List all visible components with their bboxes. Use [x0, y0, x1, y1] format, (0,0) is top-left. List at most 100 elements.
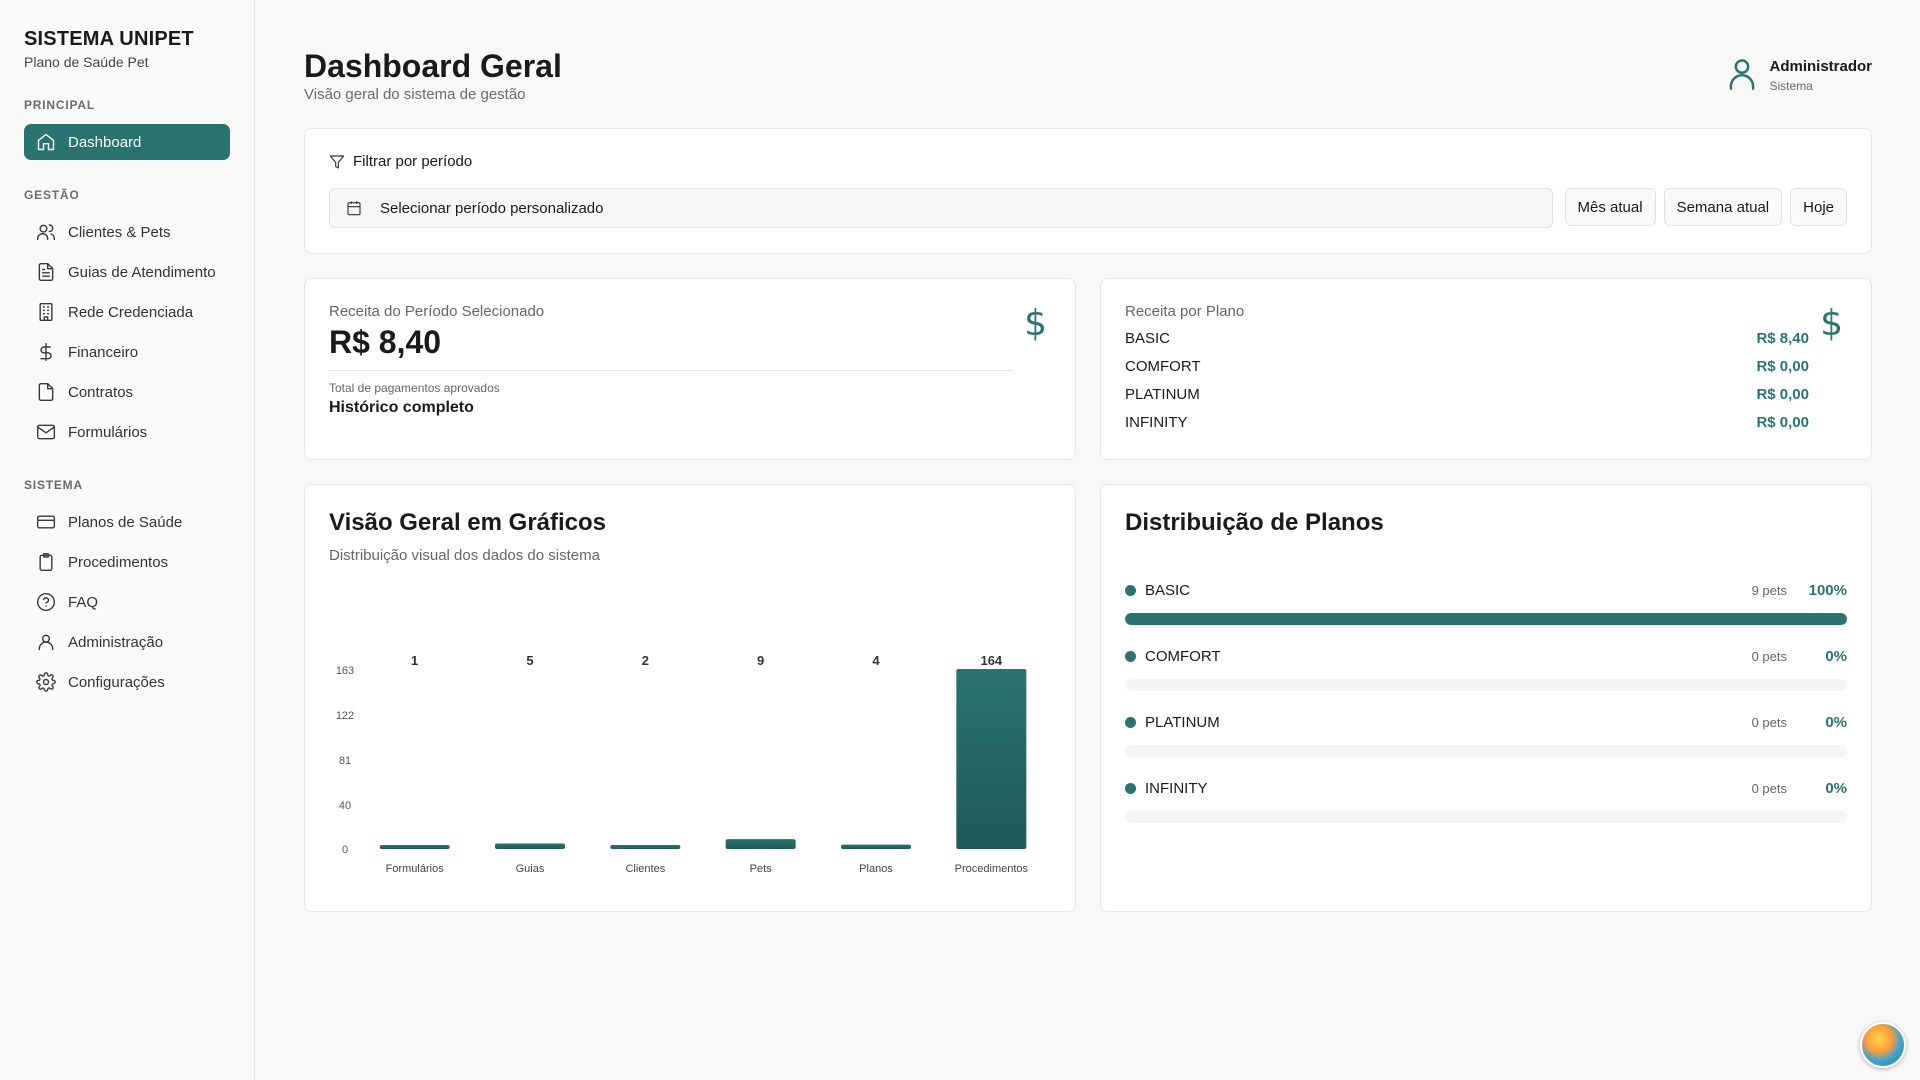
plan-revenue-row: BASIC R$ 8,40	[1125, 324, 1809, 352]
current-month-button[interactable]: Mês atual	[1564, 188, 1656, 226]
chart-bar[interactable]	[956, 669, 1027, 849]
y-tick-label: 163	[336, 665, 354, 677]
distribution-list: BASIC 9 pets 100% COMFORT 0 pets 0% PLATINUM…	[1125, 579, 1847, 823]
filter-title-label: Filtrar por período	[353, 153, 473, 170]
user-menu[interactable]: Administrador Sistema	[1727, 58, 1872, 93]
plan-revenue-row: INFINITY R$ 0,00	[1125, 408, 1809, 436]
plan-revenue-card: Receita por Plano $ BASIC R$ 8,40 COMFORT…	[1100, 278, 1872, 460]
chart-bar[interactable]	[495, 843, 565, 849]
sidebar: SISTEMA UNIPET Plano de Saúde Pet PRINCI…	[0, 0, 255, 1080]
sidebar-item-configuracoes[interactable]: Configurações	[24, 664, 230, 700]
plan-revenue-row: PLATINUM R$ 0,00	[1125, 380, 1809, 408]
sidebar-item-label: FAQ	[68, 593, 99, 611]
sidebar-item-contratos[interactable]: Contratos	[24, 374, 230, 410]
revenue-label: Receita do Período Selecionado	[329, 303, 545, 320]
plan-name: PLATINUM	[1125, 385, 1200, 403]
progress-fill	[1125, 613, 1847, 625]
plan-revenue-row: COMFORT R$ 0,00	[1125, 352, 1809, 380]
sidebar-item-label: Clientes & Pets	[68, 223, 171, 241]
calendar-icon	[347, 201, 361, 216]
dollar-icon: $	[1024, 303, 1047, 344]
user-role: Sistema	[1769, 79, 1813, 93]
bar-data-label: 2	[642, 653, 649, 668]
x-tick-label: Formulários	[386, 863, 445, 875]
sidebar-item-faq[interactable]: FAQ	[24, 584, 230, 620]
sidebar-item-label: Formulários	[68, 423, 148, 441]
sidebar-item-label: Financeiro	[68, 343, 139, 361]
home-icon	[37, 133, 55, 151]
bar-data-label: 5	[526, 653, 533, 668]
status-dot	[1125, 782, 1136, 794]
today-button[interactable]: Hoje	[1790, 188, 1847, 226]
date-range-picker[interactable]: Selecionar período personalizado	[329, 188, 1553, 228]
filter-card: Filtrar por período Selecionar período p…	[304, 128, 1872, 254]
chart-bar[interactable]	[725, 839, 796, 849]
plan-value: R$ 0,00	[1756, 385, 1809, 403]
bar-data-label: 1	[411, 653, 418, 668]
x-tick-label: Clientes	[625, 863, 665, 875]
distribution-item: INFINITY 0 pets 0%	[1125, 777, 1847, 823]
distribution-item: COMFORT 0 pets 0%	[1125, 645, 1847, 691]
sidebar-item-dashboard[interactable]: Dashboard	[24, 124, 230, 160]
plan-value: R$ 0,00	[1756, 413, 1809, 431]
sidebar-item-label: Rede Credenciada	[68, 303, 194, 321]
status-dot	[1125, 584, 1136, 596]
sidebar-item-label: Planos de Saúde	[68, 513, 183, 531]
chart-bar[interactable]	[610, 845, 681, 849]
plan-name: BASIC	[1145, 581, 1191, 599]
sidebar-item-formularios[interactable]: Formulários	[24, 414, 230, 450]
main-content: Dashboard Geral Visão geral do sistema d…	[304, 0, 1872, 912]
chart-bar[interactable]	[841, 844, 911, 849]
user-icon	[1730, 59, 1755, 90]
plan-name: INFINITY	[1145, 779, 1208, 797]
plan-percentage: 0%	[1825, 779, 1847, 797]
page-header: Dashboard Geral Visão geral do sistema d…	[304, 0, 1872, 128]
file-icon	[38, 382, 54, 402]
sidebar-item-administracao[interactable]: Administração	[24, 624, 230, 660]
bar-data-label: 9	[757, 653, 764, 668]
chart-bar[interactable]	[379, 845, 450, 849]
plan-name: BASIC	[1125, 329, 1171, 347]
users-icon	[36, 224, 56, 241]
x-tick-label: Guias	[516, 863, 545, 875]
credit-card-icon	[36, 515, 56, 529]
plan-percentage: 0%	[1825, 713, 1847, 731]
plan-pets-count: 0 pets	[1751, 648, 1787, 664]
section-label-principal: PRINCIPAL	[24, 98, 95, 112]
filter-icon	[329, 154, 345, 169]
x-tick-label: Planos	[859, 863, 893, 875]
status-dot	[1125, 716, 1136, 728]
sidebar-item-label: Contratos	[68, 383, 134, 401]
sidebar-item-financeiro[interactable]: Financeiro	[24, 334, 230, 370]
floating-app-logo[interactable]	[1860, 1022, 1906, 1068]
help-circle-icon	[36, 592, 56, 612]
revenue-value: R$ 8,40	[329, 324, 442, 360]
sidebar-item-planos-saude[interactable]: Planos de Saúde	[24, 504, 230, 540]
progress-track	[1125, 811, 1847, 823]
revenue-card: Receita do Período Selecionado R$ 8,40 T…	[304, 278, 1076, 460]
sidebar-item-label: Configurações	[68, 673, 165, 691]
sidebar-item-label: Guias de Atendimento	[68, 263, 216, 281]
building-icon	[39, 302, 53, 322]
page-subtitle: Visão geral do sistema de gestão	[304, 86, 526, 103]
plan-name: COMFORT	[1125, 357, 1201, 375]
sidebar-item-guias[interactable]: Guias de Atendimento	[24, 254, 230, 290]
clipboard-icon	[39, 552, 53, 572]
plan-percentage: 100%	[1808, 581, 1847, 599]
x-tick-label: Pets	[750, 863, 773, 875]
y-tick-label: 40	[339, 800, 351, 812]
y-tick-label: 0	[342, 844, 348, 856]
current-week-button[interactable]: Semana atual	[1663, 188, 1783, 226]
sidebar-item-procedimentos[interactable]: Procedimentos	[24, 544, 230, 580]
progress-track	[1125, 745, 1847, 757]
date-range-placeholder: Selecionar período personalizado	[380, 199, 604, 217]
sidebar-item-rede-credenciada[interactable]: Rede Credenciada	[24, 294, 230, 330]
bar-chart: 0 40 81 122 163 1 Formulários 5 Guias 2 Clientes 9 P…	[336, 653, 1029, 875]
overview-chart-card: Visão Geral em Gráficos Distribuição vis…	[304, 484, 1076, 912]
sidebar-item-clientes-pets[interactable]: Clientes & Pets	[24, 214, 230, 250]
plan-percentage: 0%	[1825, 647, 1847, 665]
distribution-item: BASIC 9 pets 100%	[1125, 579, 1847, 625]
sidebar-item-label: Administração	[68, 633, 164, 651]
status-dot	[1125, 650, 1136, 662]
divider	[329, 370, 1012, 371]
